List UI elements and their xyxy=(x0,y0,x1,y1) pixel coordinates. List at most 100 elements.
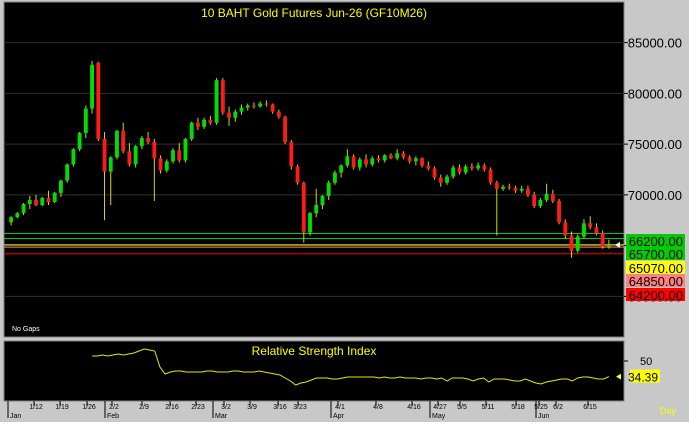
candle-body xyxy=(401,153,406,158)
candle-body xyxy=(208,119,213,123)
candle-body xyxy=(482,165,487,170)
candle-body xyxy=(519,188,524,191)
candle-body xyxy=(121,130,126,152)
candle-body xyxy=(488,169,493,183)
candle xyxy=(289,140,294,170)
candle-body xyxy=(171,150,175,162)
candle-body xyxy=(9,217,14,223)
price-level-label: 64850.00 xyxy=(629,274,683,289)
period-label: Day xyxy=(660,406,677,416)
candle-body xyxy=(102,139,107,172)
chart-title: 10 BAHT Gold Futures Jun-26 (GF10M26) xyxy=(201,6,427,20)
candle-body xyxy=(463,166,468,173)
chart-svg: 50 34.39 60000.0065000.0070000.0075000.0… xyxy=(0,0,689,422)
candle-body xyxy=(177,150,182,161)
candle xyxy=(96,61,101,142)
candle xyxy=(52,191,57,203)
candle-body xyxy=(71,149,76,165)
candle xyxy=(283,115,288,145)
candle-body xyxy=(276,111,281,117)
candle-body xyxy=(270,104,275,112)
candle-body xyxy=(34,199,38,206)
candle-body xyxy=(158,158,163,171)
y-tick-label: 70000.00 xyxy=(628,188,682,203)
candle-body xyxy=(532,194,537,207)
x-tick-label: 2/2 xyxy=(109,404,119,411)
candle-body xyxy=(264,103,269,105)
candle-body xyxy=(77,132,82,150)
candle-body xyxy=(557,200,562,223)
month-label: May xyxy=(432,413,446,420)
candle-body xyxy=(21,204,26,214)
candle-body xyxy=(370,158,375,165)
candle-body xyxy=(314,205,319,214)
candle-body xyxy=(152,142,157,159)
candle-body xyxy=(227,112,231,118)
candle xyxy=(295,164,300,185)
candle-body xyxy=(164,161,169,171)
x-tick-label: 1/19 xyxy=(55,404,69,411)
month-label: Jan xyxy=(10,413,21,420)
candle xyxy=(220,78,225,115)
candle-body xyxy=(357,159,362,168)
candle xyxy=(332,170,337,185)
candle-body xyxy=(445,176,449,183)
candle-body xyxy=(46,197,51,202)
candle-body xyxy=(339,165,344,173)
x-tick-label: 5/18 xyxy=(511,404,525,411)
candle-body xyxy=(582,223,586,237)
candle-body xyxy=(426,165,431,169)
month-label: Mar xyxy=(215,413,228,420)
candle-body xyxy=(40,197,45,206)
x-tick-label: 2/9 xyxy=(139,404,149,411)
candle xyxy=(189,121,194,142)
candle xyxy=(351,154,356,170)
candle-body xyxy=(476,165,481,169)
candle-body xyxy=(332,172,337,183)
x-tick-label: 4/1 xyxy=(335,404,345,411)
candle-body xyxy=(301,182,306,233)
candle-body xyxy=(420,158,425,166)
candle xyxy=(488,167,493,185)
x-tick-label: 1/26 xyxy=(82,404,96,411)
x-tick-label: 1/12 xyxy=(29,404,43,411)
candle-body xyxy=(575,236,580,251)
candle xyxy=(133,145,138,168)
candle-body xyxy=(139,138,144,147)
candle-body xyxy=(83,108,88,133)
x-tick-label: 5/11 xyxy=(481,404,494,411)
x-tick-label: 6/2 xyxy=(553,404,563,411)
main-plot-area xyxy=(3,1,625,338)
rsi-tick-label: 50 xyxy=(640,356,652,368)
candle-body xyxy=(27,199,32,205)
candle-body xyxy=(214,80,219,123)
candle-body xyxy=(600,233,605,247)
candle-body xyxy=(507,186,512,188)
candle-body xyxy=(364,159,368,165)
candle-body xyxy=(606,244,611,247)
candle-body xyxy=(544,193,549,200)
candle-body xyxy=(376,158,381,161)
candle xyxy=(171,148,175,164)
no-gaps-label: No Gaps xyxy=(12,326,40,333)
x-tick-label: 2/16 xyxy=(165,404,179,411)
candle-body xyxy=(326,182,331,196)
candle-body xyxy=(108,157,113,172)
chart-root: 50 34.39 60000.0065000.0070000.0075000.0… xyxy=(0,0,689,422)
x-tick-label: 4/8 xyxy=(373,404,383,411)
candle-body xyxy=(451,167,456,177)
candle-body xyxy=(351,156,356,168)
candle-body xyxy=(320,195,325,206)
candle-body xyxy=(189,122,194,140)
candle-body xyxy=(501,186,505,189)
candle xyxy=(214,78,219,125)
candle-body xyxy=(258,103,263,107)
candle xyxy=(183,138,188,163)
candle-body xyxy=(513,187,518,191)
candle-body xyxy=(252,105,256,107)
candle-body xyxy=(295,166,300,183)
x-tick-label: 4/16 xyxy=(407,404,421,411)
month-label: Jun xyxy=(538,413,549,420)
candle-body xyxy=(146,138,151,143)
rsi-title: Relative Strength Index xyxy=(252,344,377,358)
